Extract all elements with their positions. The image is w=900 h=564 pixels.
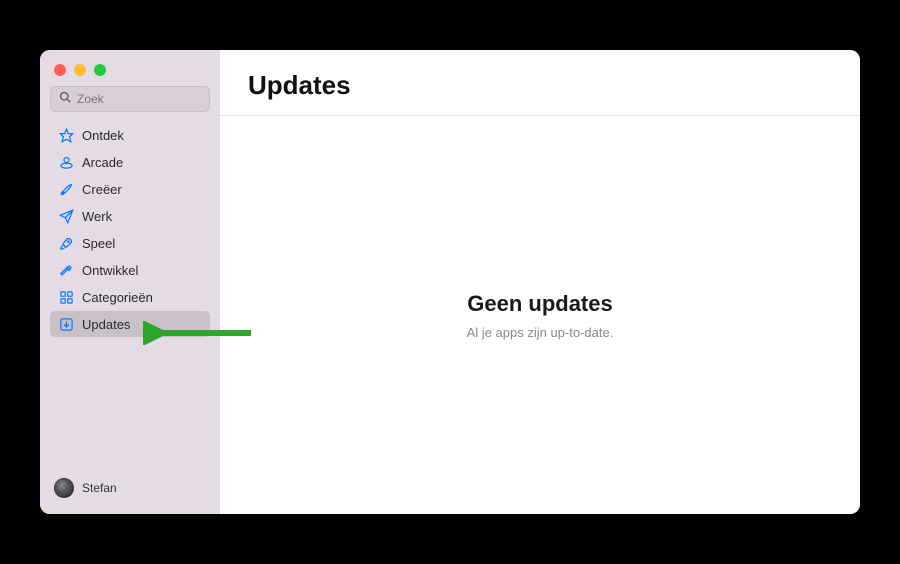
sidebar-item-ontwikkel[interactable]: Ontwikkel — [50, 257, 210, 283]
arcade-icon — [58, 154, 74, 170]
sidebar-item-label: Creëer — [82, 182, 122, 197]
sidebar-item-label: Arcade — [82, 155, 123, 170]
brush-icon — [58, 181, 74, 197]
sidebar-item-label: Speel — [82, 236, 115, 251]
sidebar-item-ontdek[interactable]: Ontdek — [50, 122, 210, 148]
main-header: Updates — [220, 50, 860, 116]
empty-state: Geen updates Al je apps zijn up-to-date. — [220, 116, 860, 514]
avatar — [54, 478, 74, 498]
search-input[interactable] — [77, 92, 201, 106]
sidebar-item-label: Werk — [82, 209, 112, 224]
rocket-icon — [58, 235, 74, 251]
hammer-icon — [58, 262, 74, 278]
sidebar-item-label: Updates — [82, 317, 130, 332]
main-content: Updates Geen updates Al je apps zijn up-… — [220, 50, 860, 514]
sidebar-item-label: Ontwikkel — [82, 263, 138, 278]
sidebar-item-werk[interactable]: Werk — [50, 203, 210, 229]
paperplane-icon — [58, 208, 74, 224]
sidebar-item-arcade[interactable]: Arcade — [50, 149, 210, 175]
window-controls — [50, 60, 210, 86]
sidebar-item-categorieen[interactable]: Categorieën — [50, 284, 210, 310]
sidebar-item-label: Ontdek — [82, 128, 124, 143]
user-name: Stefan — [82, 481, 117, 495]
search-field[interactable] — [50, 86, 210, 112]
page-title: Updates — [248, 70, 832, 101]
app-window: Ontdek Arcade Creëer Werk — [40, 50, 860, 514]
sidebar: Ontdek Arcade Creëer Werk — [40, 50, 220, 514]
sidebar-item-updates[interactable]: Updates — [50, 311, 210, 337]
sidebar-nav: Ontdek Arcade Creëer Werk — [50, 122, 210, 472]
fullscreen-window-button[interactable] — [94, 64, 106, 76]
user-account[interactable]: Stefan — [50, 472, 210, 504]
star-icon — [58, 127, 74, 143]
minimize-window-button[interactable] — [74, 64, 86, 76]
close-window-button[interactable] — [54, 64, 66, 76]
sidebar-item-creeer[interactable]: Creëer — [50, 176, 210, 202]
grid-icon — [58, 289, 74, 305]
search-icon — [59, 90, 77, 108]
sidebar-item-label: Categorieën — [82, 290, 153, 305]
empty-state-title: Geen updates — [467, 291, 612, 317]
empty-state-subtitle: Al je apps zijn up-to-date. — [467, 325, 614, 340]
download-icon — [58, 316, 74, 332]
sidebar-item-speel[interactable]: Speel — [50, 230, 210, 256]
